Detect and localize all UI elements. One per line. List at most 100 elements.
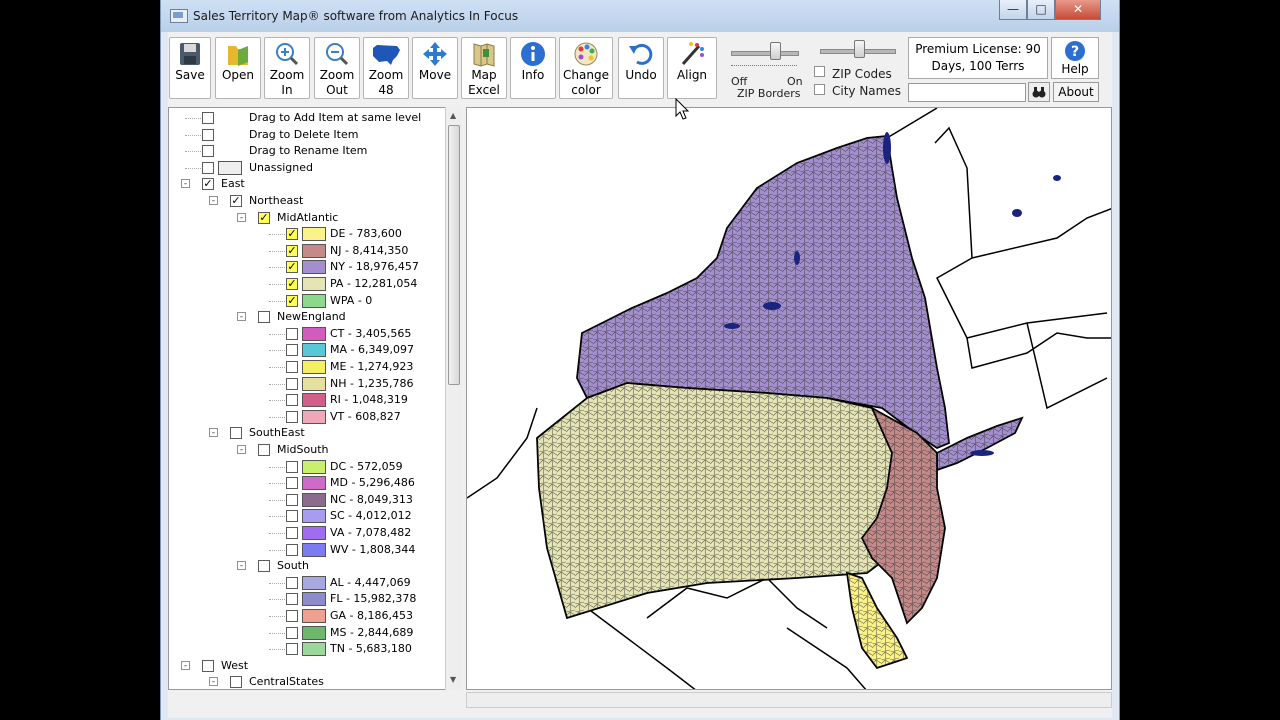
tree-checkbox[interactable]	[286, 377, 298, 390]
tree-node[interactable]: - ✓ Northeast	[169, 193, 439, 209]
territory-color-swatch[interactable]	[302, 326, 326, 341]
tree-node[interactable]: VT - 608,827	[169, 409, 439, 425]
tree-node[interactable]: MA - 6,349,097	[169, 342, 439, 358]
map-canvas[interactable]	[467, 108, 1112, 690]
tree-checkbox[interactable]	[258, 311, 270, 324]
zoom-in-button[interactable]: Zoom In	[264, 37, 310, 99]
tree-node[interactable]: - South	[169, 558, 439, 574]
tree-checkbox[interactable]	[286, 477, 298, 490]
search-input[interactable]	[908, 83, 1026, 102]
tree-checkbox[interactable]	[258, 560, 270, 573]
map-excel-button[interactable]: Map Excel	[461, 37, 507, 99]
label-slider-thumb[interactable]	[854, 40, 865, 58]
tree-checkbox[interactable]: ✓	[230, 195, 242, 207]
tree-node[interactable]: - West	[169, 658, 439, 674]
find-button[interactable]	[1028, 82, 1050, 102]
tree-expander-icon[interactable]: -	[237, 312, 246, 322]
tree-node[interactable]: SC - 4,012,012	[169, 508, 439, 524]
tree-expander-icon[interactable]: -	[209, 677, 218, 687]
change-color-button[interactable]: Change color	[559, 37, 613, 99]
info-button[interactable]: Info	[510, 37, 556, 99]
tree-checkbox[interactable]	[286, 576, 298, 589]
tree-checkbox[interactable]: ✓	[202, 178, 214, 191]
tree-expander-icon[interactable]: -	[237, 212, 246, 222]
tree-expander-icon[interactable]: -	[209, 196, 218, 206]
tree-checkbox[interactable]	[286, 527, 298, 539]
tree-node[interactable]: - NewEngland	[169, 309, 439, 325]
tree-node[interactable]: FL - 15,982,378	[169, 591, 439, 607]
tree-expander-icon[interactable]: -	[237, 561, 246, 571]
move-button[interactable]: Move	[412, 37, 458, 99]
tree-node[interactable]: - SouthEast	[169, 425, 439, 441]
tree-checkbox[interactable]: ✓	[286, 261, 298, 274]
tree-node[interactable]: TN - 5,683,180	[169, 641, 439, 657]
tree-node[interactable]: Drag to Rename Item	[169, 143, 439, 159]
tree-scroll-thumb[interactable]	[448, 125, 460, 385]
tree-node[interactable]: Drag to Delete Item	[169, 127, 439, 143]
zoom-48-button[interactable]: Zoom 48	[363, 37, 409, 99]
maximize-button[interactable]: □	[1027, 0, 1055, 20]
tree-checkbox[interactable]	[258, 444, 270, 456]
scroll-up-icon[interactable]: ▲	[450, 111, 456, 120]
tree-node[interactable]: - CentralStates	[169, 674, 439, 689]
tree-node[interactable]: CT - 3,405,565	[169, 326, 439, 342]
tree-node[interactable]: NH - 1,235,786	[169, 376, 439, 392]
zip-borders-slider-thumb[interactable]	[770, 42, 781, 60]
tree-checkbox[interactable]: ✓	[286, 244, 298, 257]
territory-color-swatch[interactable]	[302, 609, 326, 623]
territory-color-swatch[interactable]	[302, 409, 326, 424]
tree-node[interactable]: MD - 5,296,486	[169, 475, 439, 491]
zoom-out-button[interactable]: Zoom Out	[314, 37, 360, 99]
tree-node[interactable]: - MidSouth	[169, 442, 439, 458]
city-names-checkbox[interactable]	[814, 84, 825, 95]
tree-checkbox[interactable]	[286, 543, 298, 556]
territory-color-swatch[interactable]	[302, 575, 326, 590]
tree-checkbox[interactable]	[286, 410, 298, 423]
territory-color-swatch[interactable]	[302, 459, 326, 474]
tree-vertical-scrollbar[interactable]: ▲ ▼	[445, 107, 462, 690]
tree-checkbox[interactable]	[286, 361, 298, 373]
territory-color-swatch[interactable]	[302, 343, 326, 358]
tree-checkbox[interactable]: ✓	[286, 294, 298, 307]
tree-node[interactable]: AL - 4,447,069	[169, 575, 439, 591]
tree-node[interactable]: GA - 8,186,453	[169, 608, 439, 624]
tree-checkbox[interactable]: ✓	[258, 211, 270, 224]
tree-node[interactable]: ME - 1,274,923	[169, 359, 439, 375]
about-button[interactable]: About	[1053, 82, 1099, 102]
tree-node[interactable]: WV - 1,808,344	[169, 542, 439, 558]
territory-color-swatch[interactable]	[302, 642, 326, 657]
territory-color-swatch[interactable]	[302, 542, 326, 557]
label-slider[interactable]: ZIP Codes City Names	[814, 37, 902, 99]
tree-node[interactable]: - ✓ East	[169, 176, 439, 192]
tree-node[interactable]: ✓ NJ - 8,414,350	[169, 243, 439, 259]
territory-color-swatch[interactable]	[302, 526, 326, 540]
open-button[interactable]: Open	[215, 37, 261, 99]
territory-color-swatch[interactable]	[302, 360, 326, 374]
tree-checkbox[interactable]	[286, 626, 298, 639]
tree-node[interactable]: MS - 2,844,689	[169, 625, 439, 641]
tree-node[interactable]: RI - 1,048,319	[169, 392, 439, 408]
tree-node[interactable]: VA - 7,078,482	[169, 525, 439, 541]
territory-map[interactable]	[466, 107, 1112, 690]
territory-color-swatch[interactable]	[302, 393, 326, 408]
tree-expander-icon[interactable]: -	[181, 179, 190, 189]
undo-button[interactable]: Undo	[618, 37, 664, 99]
tree-checkbox[interactable]	[286, 610, 298, 622]
tree-checkbox[interactable]	[286, 493, 298, 506]
tree-checkbox[interactable]	[202, 128, 214, 141]
tree-checkbox[interactable]	[286, 460, 298, 473]
territory-color-swatch[interactable]	[302, 260, 326, 275]
territory-tree[interactable]: Drag to Add Item at same level Drag to De…	[168, 107, 446, 690]
tree-checkbox[interactable]	[286, 327, 298, 340]
title-bar[interactable]: Sales Territory Map® software from Analy…	[161, 0, 1119, 32]
tree-node[interactable]: Unassigned	[169, 160, 439, 176]
tree-node[interactable]: DC - 572,059	[169, 459, 439, 475]
tree-node[interactable]: ✓ WPA - 0	[169, 293, 439, 309]
tree-checkbox[interactable]	[202, 659, 214, 672]
help-button[interactable]: ? Help	[1051, 37, 1099, 79]
tree-node[interactable]: Drag to Add Item at same level	[169, 110, 439, 126]
territory-color-swatch[interactable]	[302, 227, 326, 242]
tree-checkbox[interactable]	[286, 394, 298, 407]
tree-expander-icon[interactable]: -	[181, 660, 190, 670]
tree-node[interactable]: NC - 8,049,313	[169, 492, 439, 508]
